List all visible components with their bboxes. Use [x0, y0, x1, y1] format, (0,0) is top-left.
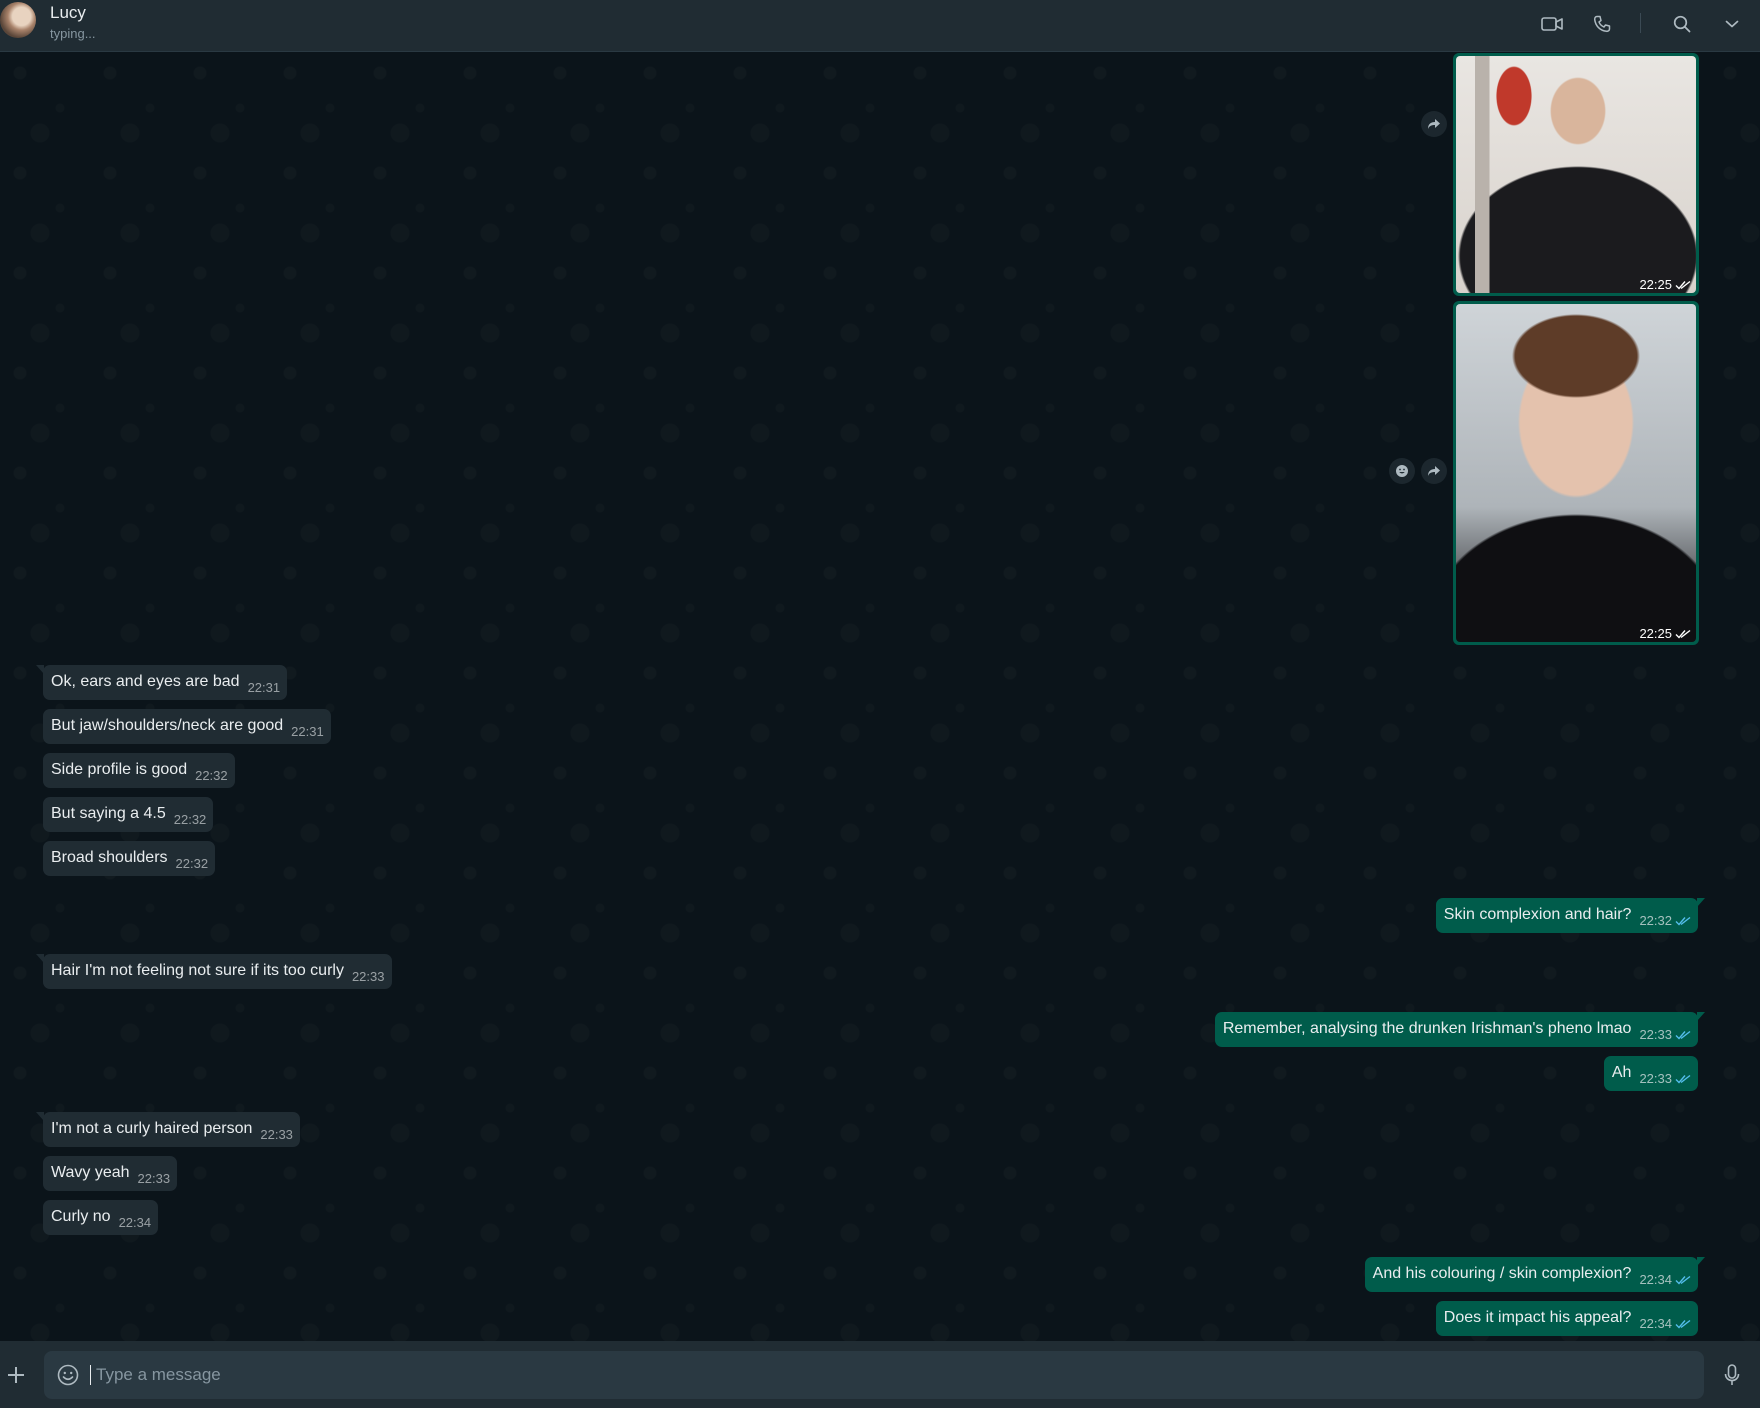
message-input-box[interactable] — [44, 1351, 1704, 1399]
read-ticks-icon — [1675, 1319, 1691, 1329]
outgoing-message[interactable]: Ah 22:33 — [1603, 1056, 1698, 1091]
chat-area[interactable]: 22:25 22:25 Ok, ears and eyes are bad 22… — [0, 53, 1760, 1341]
message-time: 22:34 — [118, 1215, 152, 1230]
incoming-message[interactable]: Hair I'm not feeling not sure if its too… — [36, 954, 392, 989]
video-call-icon[interactable] — [1538, 10, 1566, 38]
emoji-reaction-icon[interactable] — [1389, 458, 1415, 484]
message-time: 22:32 — [175, 856, 209, 871]
message-time: 22:33 — [351, 969, 385, 984]
read-ticks-icon — [1675, 280, 1691, 290]
message-text: Hair I'm not feeling not sure if its too… — [51, 962, 344, 979]
message-time: 22:25 — [1639, 277, 1672, 292]
message-time: 22:31 — [291, 724, 324, 739]
outgoing-message[interactable]: Remember, analysing the drunken Irishman… — [1214, 1012, 1706, 1047]
message-text: Wavy yeah — [51, 1164, 130, 1181]
incoming-message[interactable]: Curly no 22:34 — [43, 1200, 159, 1235]
message-time: 22:32 — [195, 768, 228, 783]
message-composer — [0, 1341, 1760, 1408]
message-meta: 22:34 — [1639, 1269, 1691, 1290]
message-time: 22:31 — [247, 680, 281, 695]
contact-avatar[interactable] — [0, 2, 36, 38]
message-meta: 22:25 — [1639, 626, 1691, 641]
message-text: And his colouring / skin complexion? — [1372, 1265, 1632, 1282]
message-text: But jaw/shoulders/neck are good — [51, 717, 284, 734]
contact-name: Lucy — [50, 3, 86, 22]
message-text: Side profile is good — [51, 761, 188, 778]
incoming-message[interactable]: Broad shoulders 22:32 — [43, 841, 216, 876]
incoming-message[interactable]: I'm not a curly haired person 22:33 — [36, 1112, 300, 1147]
message-text: Does it impact his appeal? — [1443, 1309, 1632, 1326]
photo-thumbnail[interactable] — [1456, 304, 1696, 642]
photo-thumbnail[interactable] — [1456, 56, 1696, 293]
message-time: 22:33 — [137, 1171, 171, 1186]
incoming-message[interactable]: Ok, ears and eyes are bad 22:31 — [35, 665, 288, 700]
message-time: 22:33 — [1639, 1027, 1672, 1042]
message-meta: 22:33 — [1639, 1024, 1691, 1045]
outgoing-message[interactable]: And his colouring / skin complexion? 22:… — [1364, 1257, 1706, 1292]
message-text: I'm not a curly haired person — [51, 1120, 253, 1137]
message-time: 22:32 — [1639, 913, 1672, 928]
header-divider — [1640, 13, 1641, 33]
message-text: Ok, ears and eyes are bad — [51, 673, 240, 690]
message-time: 22:34 — [1639, 1272, 1672, 1287]
message-text: Ah — [1611, 1064, 1632, 1081]
forward-icon[interactable] — [1421, 458, 1447, 484]
voice-call-icon[interactable] — [1588, 10, 1616, 38]
message-text: But saying a 4.5 — [51, 805, 166, 822]
message-meta: 22:25 — [1639, 277, 1691, 292]
message-time: 22:32 — [173, 812, 207, 827]
read-ticks-icon — [1675, 1275, 1691, 1285]
message-time: 22:34 — [1639, 1316, 1672, 1331]
media-message[interactable]: 22:25 — [1453, 53, 1699, 296]
chat-header: Lucy typing... — [0, 0, 1760, 52]
incoming-message[interactable]: Side profile is good 22:32 — [43, 753, 235, 788]
text-caret — [90, 1365, 91, 1385]
message-meta: 22:33 — [1639, 1068, 1691, 1089]
contact-status: typing... — [50, 26, 96, 41]
outgoing-message[interactable]: Does it impact his appeal? 22:34 — [1435, 1301, 1698, 1336]
message-time: 22:33 — [260, 1127, 293, 1142]
message-meta: 22:32 — [1639, 910, 1691, 931]
message-meta: 22:34 — [1639, 1313, 1691, 1334]
outgoing-message[interactable]: Skin complexion and hair? 22:32 — [1435, 898, 1706, 933]
search-icon[interactable] — [1668, 10, 1696, 38]
incoming-message[interactable]: But jaw/shoulders/neck are good 22:31 — [43, 709, 331, 744]
message-text: Skin complexion and hair? — [1443, 906, 1632, 923]
chevron-down-icon[interactable] — [1718, 10, 1746, 38]
read-ticks-icon — [1675, 629, 1691, 639]
message-text: Broad shoulders — [51, 849, 168, 866]
message-time: 22:25 — [1639, 626, 1672, 641]
message-text: Curly no — [51, 1208, 111, 1225]
message-input[interactable] — [96, 1351, 1676, 1399]
message-text: Remember, analysing the drunken Irishman… — [1222, 1020, 1632, 1037]
forward-icon[interactable] — [1421, 111, 1447, 137]
read-ticks-icon — [1675, 1074, 1691, 1084]
media-message[interactable]: 22:25 — [1453, 301, 1699, 645]
read-ticks-icon — [1675, 1030, 1691, 1040]
incoming-message[interactable]: But saying a 4.5 22:32 — [43, 797, 214, 832]
attach-plus-icon[interactable] — [4, 1363, 28, 1387]
microphone-icon[interactable] — [1720, 1363, 1744, 1387]
contact-info[interactable]: Lucy typing... — [50, 3, 96, 43]
emoji-icon[interactable] — [56, 1363, 80, 1387]
read-ticks-icon — [1675, 916, 1691, 926]
incoming-message[interactable]: Wavy yeah 22:33 — [43, 1156, 178, 1191]
message-time: 22:33 — [1639, 1071, 1672, 1086]
